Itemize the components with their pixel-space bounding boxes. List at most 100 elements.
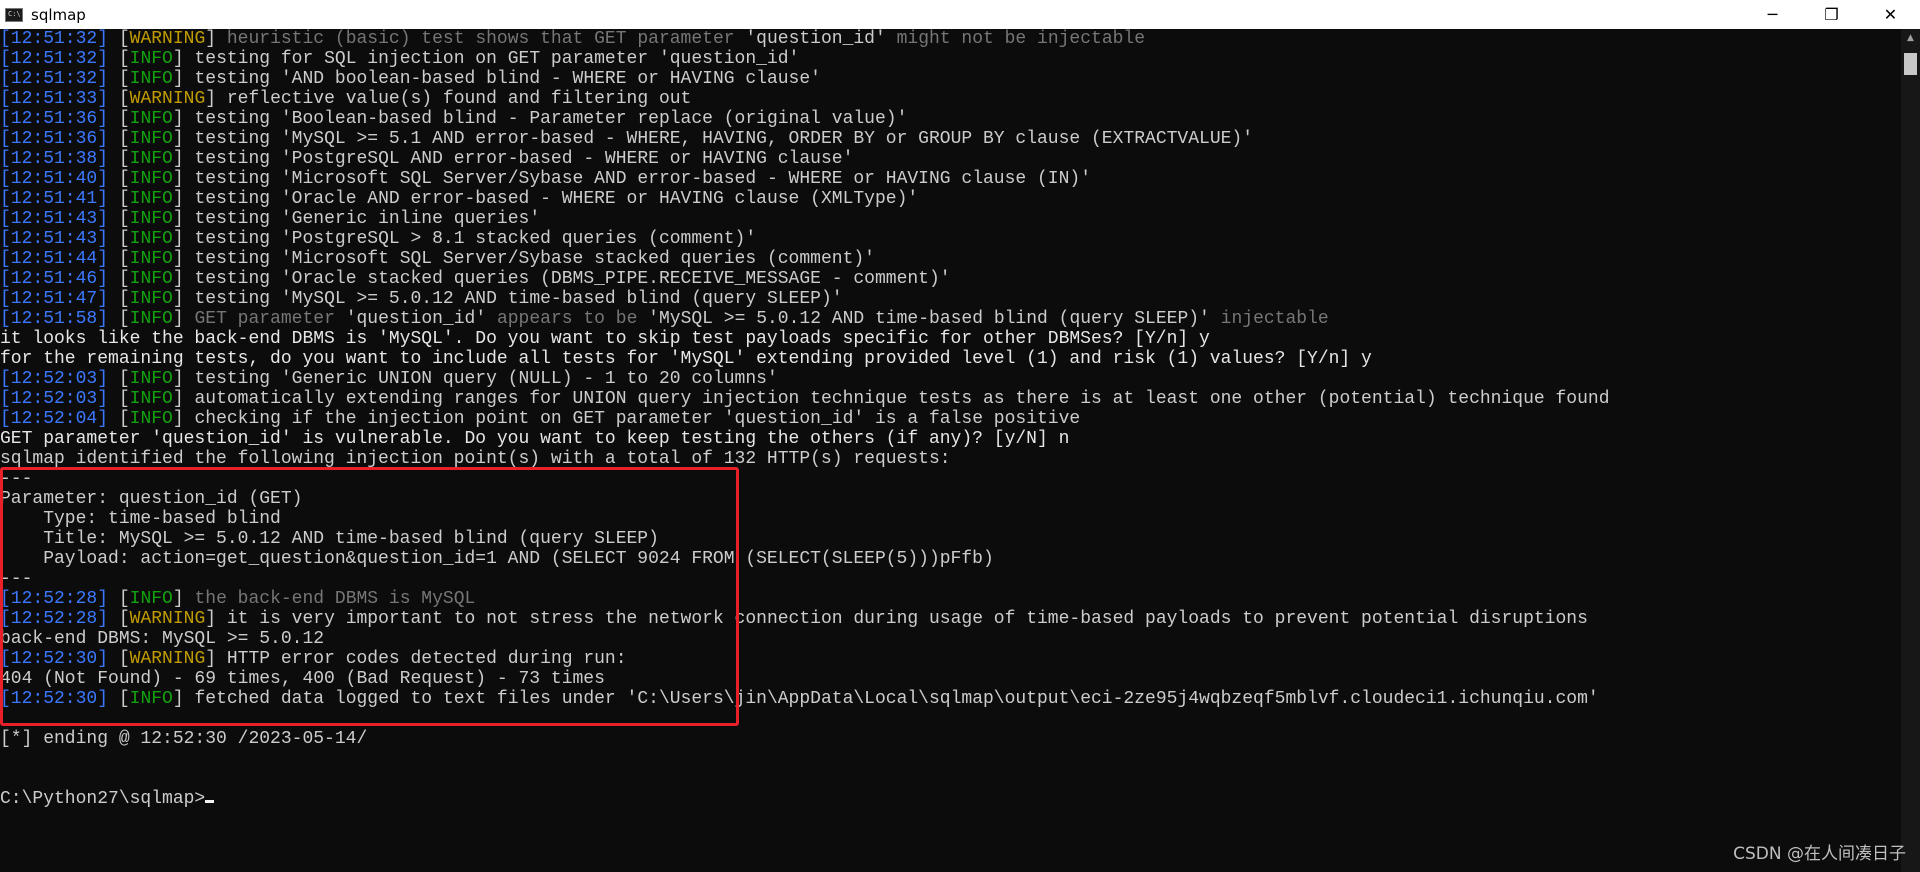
terminal-text-segment: INFO <box>129 589 173 609</box>
terminal-text-segment: injectable <box>1209 309 1329 329</box>
terminal-line: [12:51:41] [INFO] testing 'Oracle AND er… <box>0 189 918 209</box>
terminal-text-segment: INFO <box>129 269 173 289</box>
terminal-text-segment: [ <box>108 289 130 309</box>
terminal-text-segment: [ <box>108 109 130 129</box>
terminal-text-segment: Parameter: question_id (GET) <box>0 489 303 509</box>
terminal-text-segment: [ <box>108 249 130 269</box>
terminal-line: [12:51:58] [INFO] GET parameter 'questio… <box>0 309 1329 329</box>
terminal-text-segment: WARNING <box>129 609 206 629</box>
terminal-text-segment: INFO <box>129 289 173 309</box>
terminal-text-segment: [ <box>108 229 130 249</box>
terminal-line: [12:52:03] [INFO] testing 'Generic UNION… <box>0 369 778 389</box>
terminal-text-segment: [12:51:47] <box>0 289 109 309</box>
terminal-text-segment: INFO <box>129 389 173 409</box>
vertical-scrollbar[interactable]: ▲ <box>1901 29 1920 872</box>
scrollbar-thumb[interactable] <box>1904 53 1917 75</box>
terminal-text-segment: [12:51:44] <box>0 249 109 269</box>
terminal-text-segment: Title: MySQL >= 5.0.12 AND time-based bl… <box>0 529 659 549</box>
terminal-text-segment: ] HTTP error codes detected during run: <box>205 649 627 669</box>
terminal-text-segment: [ <box>108 149 130 169</box>
terminal-line: [12:51:38] [INFO] testing 'PostgreSQL AN… <box>0 149 853 169</box>
terminal-line: [12:52:30] [WARNING] HTTP error codes de… <box>0 649 627 669</box>
terminal-text-segment: sqlmap identified the following injectio… <box>0 449 951 469</box>
terminal-text-segment: [12:51:41] <box>0 189 109 209</box>
terminal-line: [12:51:36] [INFO] testing 'Boolean-based… <box>0 109 907 129</box>
terminal-text-segment: INFO <box>129 69 173 89</box>
terminal-text-segment: [12:51:32] <box>0 29 109 49</box>
terminal-line: Payload: action=get_question&question_id… <box>0 549 994 569</box>
terminal-line: [12:51:33] [WARNING] reflective value(s)… <box>0 89 691 109</box>
terminal-text-segment: 'question_id' <box>345 309 487 329</box>
terminal-text-segment: ] testing 'Oracle AND error-based - WHER… <box>172 189 919 209</box>
minimize-icon: ─ <box>1767 5 1778 24</box>
terminal-text-segment: WARNING <box>129 29 206 49</box>
terminal-text-segment: ] testing 'MySQL >= 5.0.12 AND time-base… <box>172 289 843 309</box>
terminal-text-segment: Type: time-based blind <box>0 509 281 529</box>
terminal-output[interactable]: [12:51:32] [WARNING] heuristic (basic) t… <box>0 29 1901 872</box>
terminal-text-segment: [12:51:36] <box>0 129 109 149</box>
terminal-text-segment: [12:51:33] <box>0 89 109 109</box>
terminal-text-segment: [12:52:30] <box>0 689 109 709</box>
terminal-text-segment: [12:51:36] <box>0 109 109 129</box>
terminal-text-segment: INFO <box>129 49 173 69</box>
terminal-line: --- <box>0 569 32 589</box>
terminal-text-segment: ] it is very important to not stress the… <box>205 609 1588 629</box>
terminal-text-segment: for the remaining tests, do you want to … <box>0 349 1372 369</box>
terminal-line: C:\Python27\sqlmap> <box>0 789 215 809</box>
terminal-text-segment: ] testing 'Boolean-based blind - Paramet… <box>172 109 908 129</box>
terminal-text-segment: Payload: action=get_question&question_id… <box>0 549 994 569</box>
terminal-text-segment: [12:51:46] <box>0 269 109 289</box>
terminal-text-segment: [ <box>108 29 130 49</box>
terminal-text-segment: ] testing 'Microsoft SQL Server/Sybase A… <box>172 169 1092 189</box>
terminal-text-segment: ] testing 'PostgreSQL > 8.1 stacked quer… <box>172 229 757 249</box>
terminal-text-segment: GET parameter 'question_id' is vulnerabl… <box>0 429 1070 449</box>
terminal-text-segment: [ <box>108 89 130 109</box>
terminal-text-segment: ] <box>172 589 195 609</box>
restore-icon: ❐ <box>1824 5 1839 24</box>
terminal-line: Parameter: question_id (GET) <box>0 489 302 509</box>
terminal-text-segment: ] reflective value(s) found and filterin… <box>205 89 692 109</box>
minimize-button[interactable]: ─ <box>1743 0 1802 29</box>
terminal-text-segment: [12:52:04] <box>0 409 109 429</box>
terminal-text-segment: [ <box>108 69 130 89</box>
terminal-text-segment: INFO <box>129 189 173 209</box>
text-cursor <box>205 800 215 803</box>
terminal-text-segment: [12:51:38] <box>0 149 109 169</box>
terminal-line: back-end DBMS: MySQL >= 5.0.12 <box>0 629 324 649</box>
terminal-text-segment: INFO <box>129 209 173 229</box>
title-bar[interactable]: C:\ sqlmap ─ ❐ ✕ <box>0 0 1920 29</box>
terminal-text-segment: INFO <box>129 409 173 429</box>
restore-button[interactable]: ❐ <box>1802 0 1861 29</box>
terminal-text-segment: ] testing 'Microsoft SQL Server/Sybase s… <box>172 249 875 269</box>
terminal-text-segment: [12:52:28] <box>0 589 109 609</box>
scroll-up-arrow-icon[interactable]: ▲ <box>1901 29 1920 47</box>
console-icon-label: C:\ <box>8 9 21 18</box>
terminal-line: sqlmap identified the following injectio… <box>0 449 951 469</box>
terminal-text-segment: [ <box>108 169 130 189</box>
terminal-line: 404 (Not Found) - 69 times, 400 (Bad Req… <box>0 669 605 689</box>
terminal-line: [12:52:03] [INFO] automatically extendin… <box>0 389 1610 409</box>
terminal-line: for the remaining tests, do you want to … <box>0 349 1372 369</box>
terminal-line: Title: MySQL >= 5.0.12 AND time-based bl… <box>0 529 659 549</box>
terminal-text-segment: [12:51:32] <box>0 69 109 89</box>
terminal-text-segment: WARNING <box>129 89 206 109</box>
terminal-text-segment: [12:51:43] <box>0 209 109 229</box>
terminal-text-segment: INFO <box>129 129 173 149</box>
terminal-text-segment: [ <box>108 49 130 69</box>
close-button[interactable]: ✕ <box>1861 0 1920 29</box>
terminal-text-segment: [12:51:32] <box>0 49 109 69</box>
console-window: C:\ sqlmap ─ ❐ ✕ [12:51:32] [WARNING] he… <box>0 0 1920 872</box>
terminal-line: [12:51:36] [INFO] testing 'MySQL >= 5.1 … <box>0 129 1253 149</box>
terminal-text-segment: ] testing 'Generic inline queries' <box>172 209 541 229</box>
csdn-watermark: CSDN @在人间凑日子 <box>1733 844 1906 864</box>
terminal-text-segment: ] checking if the injection point on GET… <box>172 409 1081 429</box>
terminal-text-segment: [12:52:30] <box>0 649 109 669</box>
terminal-line: Type: time-based blind <box>0 509 281 529</box>
terminal-text-segment: [ <box>108 209 130 229</box>
terminal-text-segment: ] testing for SQL injection on GET param… <box>172 49 800 69</box>
terminal-line: GET parameter 'question_id' is vulnerabl… <box>0 429 1069 449</box>
terminal-text-segment: GET parameter <box>194 309 346 329</box>
terminal-text-segment: [ <box>108 309 130 329</box>
window-title: sqlmap <box>31 5 86 24</box>
terminal-text-segment: [ <box>108 409 130 429</box>
